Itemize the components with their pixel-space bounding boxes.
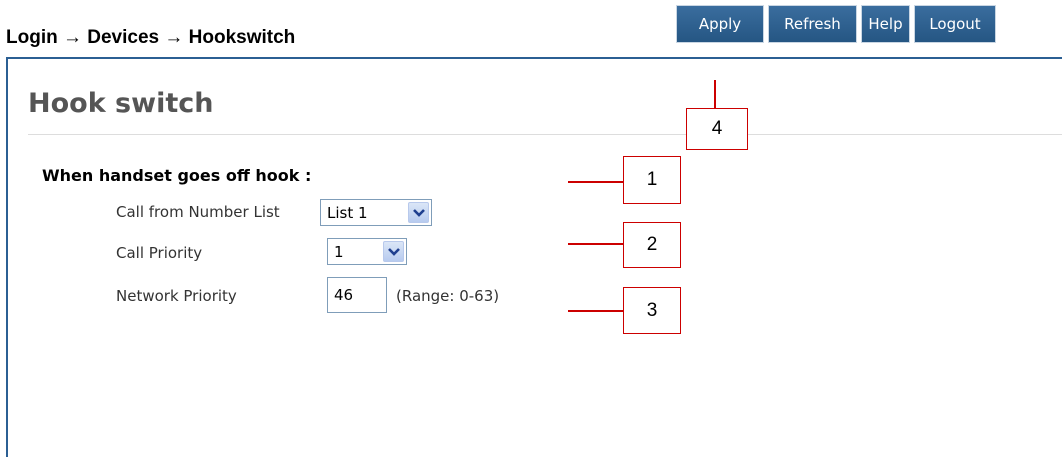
callout-4-line [714,80,716,109]
call-from-number-list-value: List 1 [327,204,368,222]
refresh-button[interactable]: Refresh [768,5,857,43]
chevron-down-icon [408,202,429,223]
callout-1-line [568,181,624,183]
network-priority-range: (Range: 0-63) [396,287,500,305]
help-button[interactable]: Help [861,5,910,43]
callout-3-line [568,310,624,312]
chevron-down-icon [383,241,404,262]
callout-3: 3 [623,287,681,334]
callout-2: 2 [623,222,681,268]
logout-button[interactable]: Logout [914,5,996,43]
call-from-number-list-label: Call from Number List [116,203,280,221]
apply-button[interactable]: Apply [676,5,764,43]
call-priority-select[interactable]: 1 [327,238,407,265]
callout-1: 1 [623,156,681,204]
network-priority-label: Network Priority [116,287,237,305]
toolbar: Apply Refresh Help Logout [676,5,1000,43]
callout-4: 4 [686,108,748,150]
network-priority-input[interactable]: 46 [327,277,387,313]
call-from-number-list-select[interactable]: List 1 [320,199,432,226]
section-label: When handset goes off hook : [42,166,312,185]
page-title: Hook switch [28,88,214,119]
callout-2-line [568,243,624,245]
breadcrumb: Login → Devices → Hookswitch [6,27,296,48]
call-priority-value: 1 [334,243,344,261]
title-divider [28,134,1062,135]
call-priority-label: Call Priority [116,244,203,262]
